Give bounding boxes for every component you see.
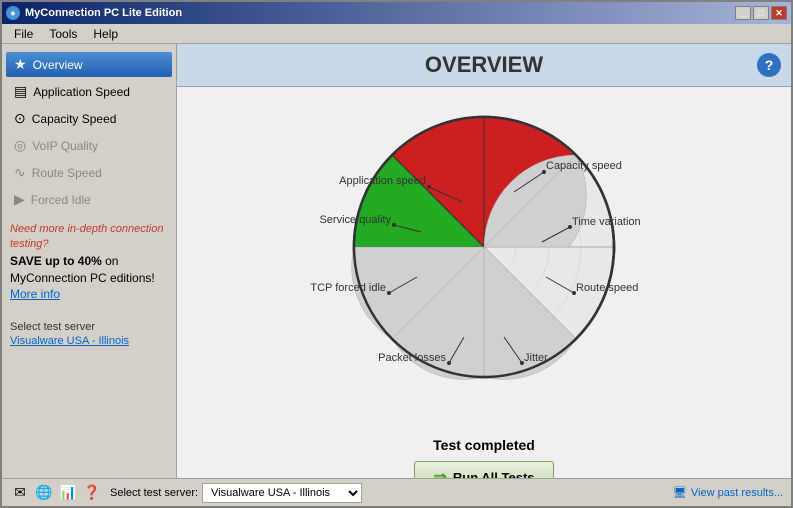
help-button[interactable]: ? [757, 53, 781, 77]
sidebar-route-speed-label: Route Speed [32, 166, 102, 180]
chart-icon[interactable]: 📊 [58, 483, 78, 503]
svg-text:Application speed: Application speed [339, 175, 426, 187]
svg-text:Time variation: Time variation [572, 216, 641, 228]
promo-more-info-link[interactable]: More info [10, 287, 60, 301]
title-bar: ● MyConnection PC Lite Edition _ □ ✕ [2, 2, 791, 24]
minimize-button[interactable]: _ [735, 6, 751, 20]
promo-need-more: Need more in-depth connection testing? [10, 222, 168, 253]
content-area: OVERVIEW ? [177, 44, 791, 478]
sidebar-item-capacity-speed[interactable]: ⊙ Capacity Speed [6, 106, 172, 131]
menu-help[interactable]: Help [85, 25, 126, 43]
svg-text:Packet losses: Packet losses [378, 352, 446, 364]
sidebar-voip-quality-label: VoIP Quality [32, 139, 98, 153]
svg-text:Jitter: Jitter [524, 352, 548, 364]
menu-bar: File Tools Help [2, 24, 791, 44]
view-past-label: View past results... [691, 487, 783, 499]
window-controls: _ □ ✕ [735, 6, 787, 20]
main-content: ★ Overview ▤ Application Speed ⊙ Capacit… [2, 44, 791, 478]
chart-area: Application speed Capacity speed Service… [177, 87, 791, 478]
sidebar-server-link[interactable]: Visualware USA - Illinois [10, 335, 172, 347]
menu-tools[interactable]: Tools [41, 25, 85, 43]
run-all-tests-label: Run All Tests [453, 470, 535, 479]
promo-save-bold: SAVE up to 40% [10, 254, 102, 268]
sidebar-overview-label: Overview [33, 58, 83, 72]
capacity-speed-icon: ⊙ [14, 110, 26, 127]
app-icon: ● [6, 6, 20, 20]
run-all-tests-button[interactable]: ⇒ Run All Tests [414, 461, 553, 478]
sidebar: ★ Overview ▤ Application Speed ⊙ Capacit… [2, 44, 177, 478]
server-select-dropdown[interactable]: Visualware USA - Illinois [202, 483, 362, 503]
view-past-results[interactable]: 🖥 View past results... [673, 486, 783, 499]
sidebar-server-label: Select test server [10, 321, 172, 333]
svg-text:Service quality: Service quality [319, 214, 391, 226]
maximize-button[interactable]: □ [753, 6, 769, 20]
window-title: MyConnection PC Lite Edition [25, 7, 735, 19]
voip-quality-icon: ◎ [14, 137, 26, 154]
overview-chart: Application speed Capacity speed Service… [274, 97, 694, 397]
close-button[interactable]: ✕ [771, 6, 787, 20]
email-icon[interactable]: ✉ [10, 483, 30, 503]
forced-idle-icon: ▶ [14, 191, 25, 208]
status-server-label: Select test server: [110, 487, 198, 499]
sidebar-item-voip-quality: ◎ VoIP Quality [6, 133, 172, 158]
route-speed-icon: ∿ [14, 164, 26, 181]
promo-box: Need more in-depth connection testing? S… [10, 222, 168, 303]
menu-file[interactable]: File [6, 25, 41, 43]
server-select-bar: Select test server: Visualware USA - Ill… [110, 483, 665, 503]
sidebar-forced-idle-label: Forced Idle [31, 193, 91, 207]
help-status-icon[interactable]: ❓ [82, 483, 102, 503]
network-icon[interactable]: 🌐 [34, 483, 54, 503]
run-arrow-icon: ⇒ [433, 467, 446, 478]
main-window: ● MyConnection PC Lite Edition _ □ ✕ Fil… [0, 0, 793, 508]
test-status: Test completed [433, 437, 535, 453]
overview-title: OVERVIEW [425, 52, 543, 78]
application-speed-icon: ▤ [14, 83, 27, 100]
svg-text:TCP forced idle: TCP forced idle [310, 282, 386, 294]
status-icons: ✉ 🌐 📊 ❓ [10, 483, 102, 503]
sidebar-item-forced-idle: ▶ Forced Idle [6, 187, 172, 212]
overview-header: OVERVIEW ? [177, 44, 791, 87]
sidebar-application-speed-label: Application Speed [33, 85, 130, 99]
sidebar-item-route-speed: ∿ Route Speed [6, 160, 172, 185]
chart-container: Application speed Capacity speed Service… [274, 97, 694, 437]
overview-icon: ★ [14, 56, 27, 73]
view-past-icon: 🖥 [673, 486, 687, 499]
sidebar-item-overview[interactable]: ★ Overview [6, 52, 172, 77]
svg-text:Capacity speed: Capacity speed [546, 160, 622, 172]
svg-text:Route speed: Route speed [576, 282, 638, 294]
promo-save-text: SAVE up to 40% on MyConnection PC editio… [10, 253, 168, 303]
sidebar-item-application-speed[interactable]: ▤ Application Speed [6, 79, 172, 104]
sidebar-capacity-speed-label: Capacity Speed [32, 112, 117, 126]
status-bar: ✉ 🌐 📊 ❓ Select test server: Visualware U… [2, 478, 791, 506]
